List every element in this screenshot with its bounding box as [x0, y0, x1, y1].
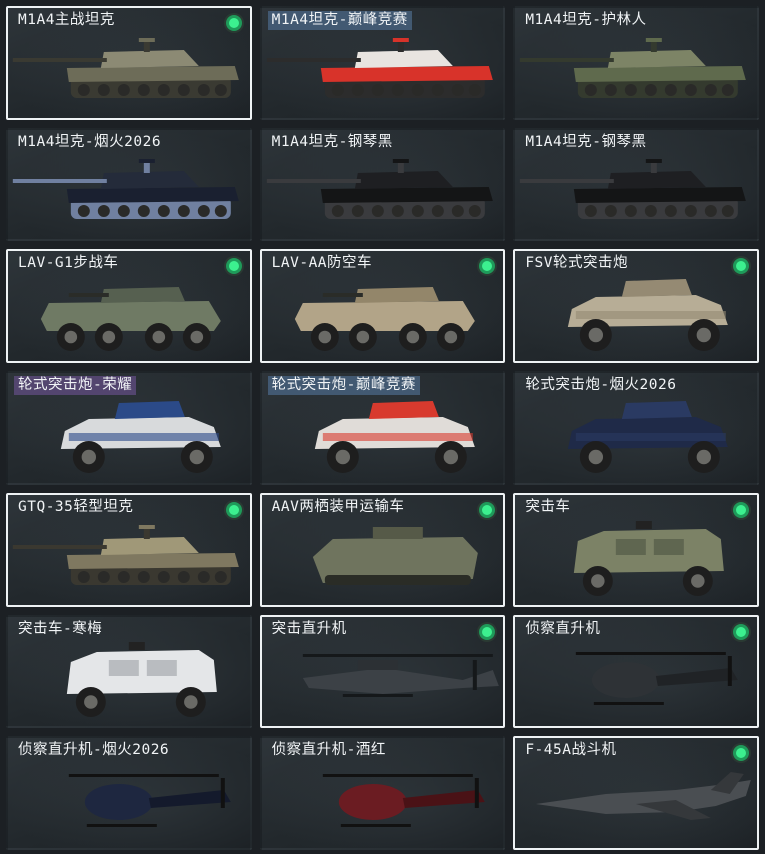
- vehicle-card[interactable]: 突击车-寒梅: [6, 614, 252, 729]
- vehicle-card[interactable]: M1A4坦克-钢琴黑: [259, 127, 506, 242]
- vehicle-card[interactable]: M1A4主战坦克: [6, 6, 252, 120]
- vehicle-name: M1A4坦克-护林人: [525, 12, 647, 28]
- vehicle-card[interactable]: 轮式突击炮-荣耀: [6, 371, 252, 485]
- vehicle-name: GTQ-35轻型坦克: [18, 498, 134, 515]
- tank-icon: [515, 151, 757, 235]
- vehicle-name: M1A4坦克-烟火2026: [18, 133, 162, 150]
- vehicle-name: LAV-AA防空车: [271, 255, 373, 272]
- helicopter-icon: [262, 638, 504, 722]
- vehicle-name: 突击直升机: [271, 620, 347, 637]
- vehicle-card[interactable]: 轮式突击炮-巅峰竞赛: [259, 371, 506, 485]
- vehicle-card[interactable]: M1A4坦克-巅峰竞赛: [259, 6, 506, 120]
- equipped-status-icon: [733, 745, 749, 762]
- vehicle-name: M1A4坦克-巅峰竞赛: [267, 11, 412, 30]
- vehicle-name: M1A4坦克-钢琴黑: [271, 133, 393, 150]
- vehicle-name: LAV-G1步战车: [18, 255, 119, 272]
- vehicle-card[interactable]: LAV-AA防空车: [259, 249, 506, 364]
- helicopter-icon: [515, 638, 757, 722]
- vehicle-card[interactable]: GTQ-35轻型坦克: [6, 492, 252, 607]
- vehicle-name: 轮式突击炮-烟火2026: [525, 377, 677, 394]
- armored-car-icon: [515, 273, 757, 357]
- light-tank-icon: [8, 517, 250, 601]
- vehicle-grid: M1A4主战坦克 M1A4坦克-巅峰竞赛 M1A4坦克-护林人 M1A4坦克-烟…: [0, 0, 765, 854]
- tank-icon: [8, 30, 250, 114]
- equipped-status-icon: [479, 501, 496, 518]
- vehicle-card[interactable]: 突击车: [513, 492, 759, 607]
- vehicle-name: 突击车-寒梅: [18, 620, 103, 637]
- vehicle-card[interactable]: M1A4坦克-烟火2026: [6, 127, 252, 242]
- equipped-status-icon: [733, 501, 749, 518]
- jet-icon: [515, 760, 757, 844]
- tank-icon: [262, 151, 504, 235]
- tank-icon: [515, 30, 757, 114]
- mrap-icon: [8, 638, 250, 722]
- vehicle-name: 侦察直升机-烟火2026: [18, 742, 170, 759]
- apc-icon: [8, 273, 250, 357]
- equipped-status-icon: [479, 623, 496, 640]
- helicopter-icon: [8, 760, 250, 844]
- vehicle-name: M1A4主战坦克: [18, 12, 115, 28]
- tank-icon: [8, 151, 250, 235]
- vehicle-name: 侦察直升机: [525, 620, 601, 637]
- vehicle-card[interactable]: M1A4坦克-钢琴黑: [513, 127, 759, 242]
- vehicle-card[interactable]: M1A4坦克-护林人: [513, 6, 759, 120]
- armored-car-icon: [515, 395, 757, 479]
- vehicle-card[interactable]: 侦察直升机-烟火2026: [6, 736, 252, 850]
- equipped-status-icon: [733, 623, 749, 640]
- vehicle-name: F-45A战斗机: [525, 742, 617, 759]
- equipped-status-icon: [479, 258, 496, 275]
- armored-car-icon: [8, 395, 250, 479]
- amphibious-icon: [262, 517, 504, 601]
- vehicle-card[interactable]: 突击直升机: [259, 614, 506, 729]
- vehicle-card[interactable]: AAV两栖装甲运输车: [259, 492, 506, 607]
- equipped-status-icon: [225, 258, 242, 275]
- equipped-status-icon: [733, 258, 749, 275]
- vehicle-card[interactable]: 侦察直升机-酒红: [259, 736, 506, 850]
- vehicle-name: 突击车: [525, 498, 571, 515]
- vehicle-name: 轮式突击炮-巅峰竞赛: [267, 376, 420, 396]
- vehicle-card[interactable]: FSV轮式突击炮: [513, 249, 759, 364]
- armored-car-icon: [262, 395, 504, 479]
- vehicle-card[interactable]: 轮式突击炮-烟火2026: [513, 371, 759, 485]
- vehicle-card[interactable]: 侦察直升机: [513, 614, 759, 729]
- vehicle-name: 轮式突击炮-荣耀: [14, 376, 137, 396]
- vehicle-name: 侦察直升机-酒红: [271, 742, 386, 759]
- vehicle-name: AAV两栖装甲运输车: [271, 498, 405, 515]
- vehicle-name: M1A4坦克-钢琴黑: [525, 133, 647, 150]
- mrap-icon: [515, 517, 757, 601]
- tank-icon: [262, 30, 504, 114]
- equipped-status-icon: [225, 15, 242, 31]
- vehicle-card[interactable]: F-45A战斗机: [513, 736, 759, 850]
- helicopter-icon: [262, 760, 504, 844]
- vehicle-name: FSV轮式突击炮: [525, 255, 629, 272]
- vehicle-card[interactable]: LAV-G1步战车: [6, 249, 252, 364]
- apc-icon: [262, 273, 504, 357]
- equipped-status-icon: [225, 501, 242, 518]
